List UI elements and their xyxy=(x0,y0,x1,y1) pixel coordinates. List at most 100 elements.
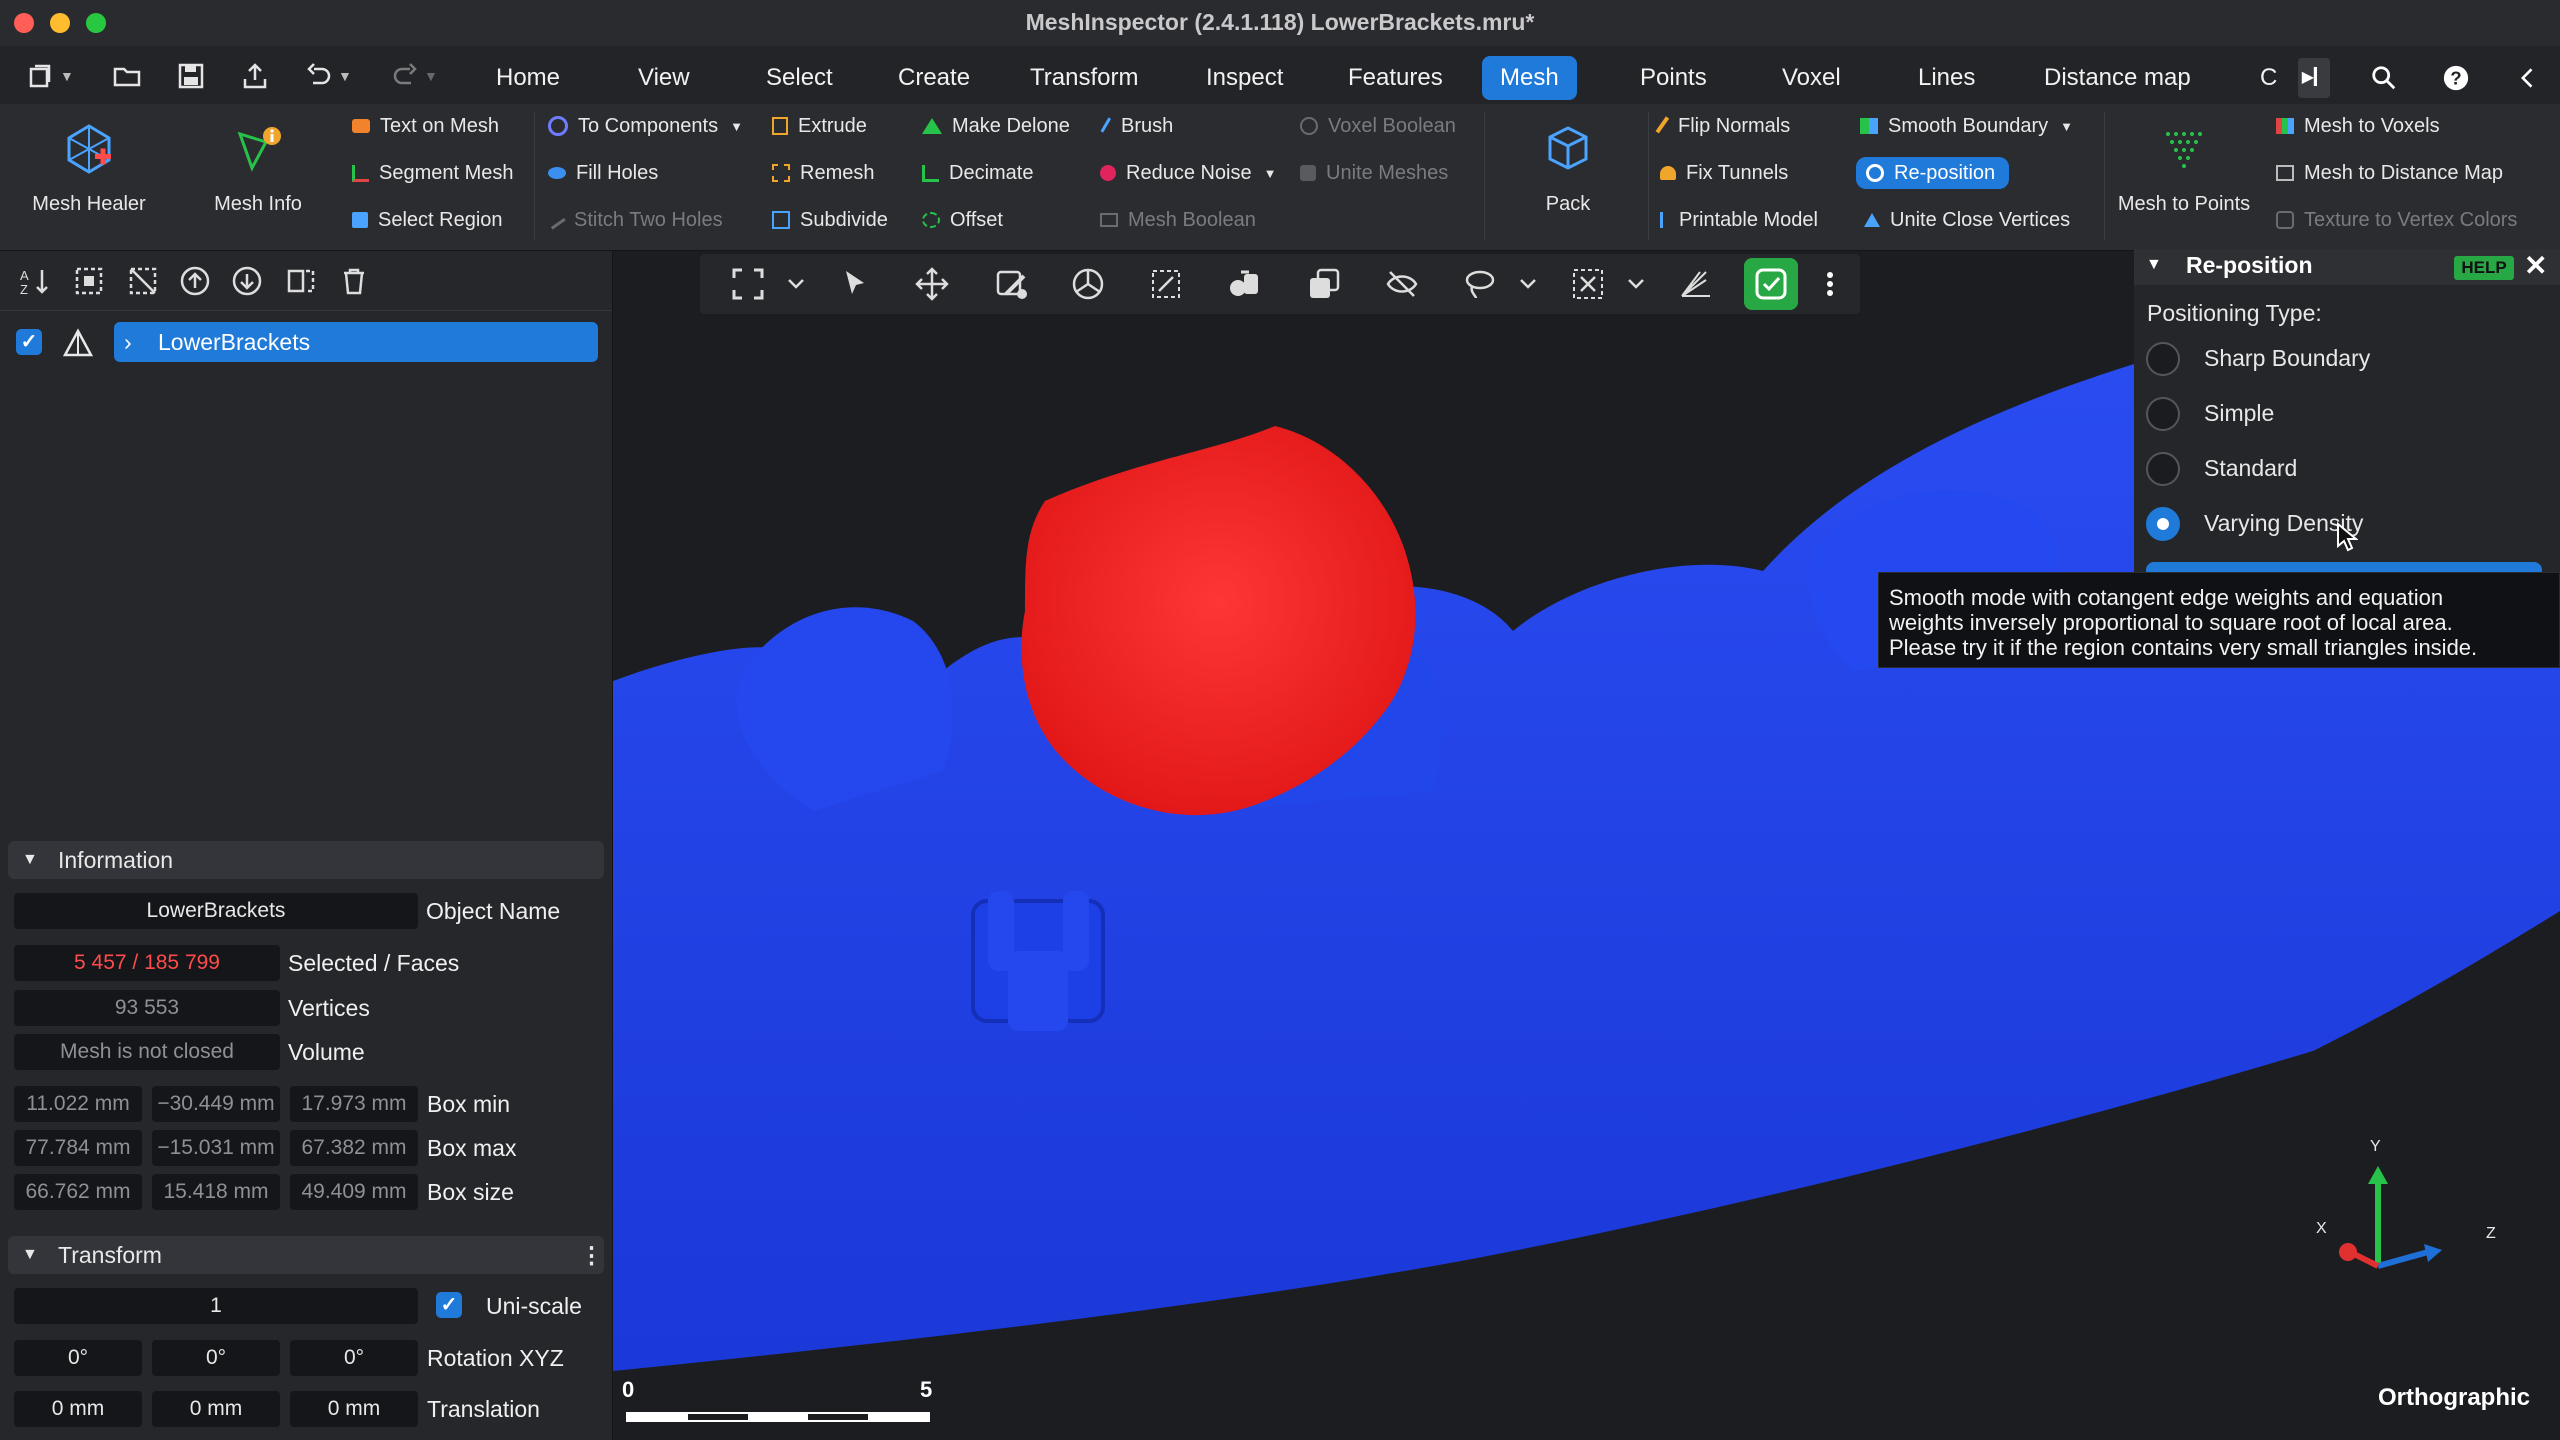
select-region-button[interactable]: Select Region xyxy=(352,205,503,235)
mesh-info-button[interactable]: Mesh Info xyxy=(183,120,333,216)
simple-label[interactable]: Simple xyxy=(2204,400,2274,427)
delete-button[interactable] xyxy=(337,264,371,298)
tab-points[interactable]: Points xyxy=(1622,56,1725,100)
translation-x-field[interactable]: 0 mm xyxy=(14,1391,142,1427)
tab-features[interactable]: Features xyxy=(1330,56,1461,100)
move-down-button[interactable] xyxy=(230,264,264,298)
collapse-panel-button[interactable] xyxy=(2508,58,2548,98)
lasso-dropdown[interactable] xyxy=(1510,266,1536,302)
tab-distance-map[interactable]: Distance map xyxy=(2026,56,2209,100)
apply-toggle-button[interactable] xyxy=(1744,258,1798,310)
save-button[interactable] xyxy=(176,60,206,92)
brush-button[interactable]: Brush xyxy=(1100,111,1173,141)
smooth-boundary-button[interactable]: Smooth Boundary ▼ xyxy=(1860,111,2073,141)
export-button[interactable] xyxy=(240,60,270,92)
rotation-z-field[interactable]: 0° xyxy=(290,1340,418,1376)
uni-scale-checkbox[interactable]: ✓ xyxy=(436,1292,462,1318)
subdivide-button[interactable]: Subdivide xyxy=(772,205,888,235)
tab-create[interactable]: Create xyxy=(880,56,988,100)
tab-inspect[interactable]: Inspect xyxy=(1188,56,1301,100)
decimate-button[interactable]: Decimate xyxy=(922,158,1033,188)
clear-selection-dropdown[interactable] xyxy=(1618,266,1644,302)
close-icon[interactable]: ✕ xyxy=(2524,249,2547,282)
reduce-noise-button[interactable]: Reduce Noise ▼ xyxy=(1100,158,1277,188)
clear-selection-button[interactable] xyxy=(1570,266,1606,302)
tab-overflow[interactable]: C xyxy=(2254,56,2283,100)
more-vertical-icon[interactable]: ⋮ xyxy=(580,1236,603,1274)
segment-mesh-button[interactable]: Segment Mesh xyxy=(352,158,514,188)
paint-tool-button[interactable] xyxy=(994,266,1030,302)
radio-varying-density[interactable] xyxy=(2146,507,2180,541)
select-all-button[interactable] xyxy=(72,264,106,298)
scale-field[interactable]: 1 xyxy=(14,1288,418,1324)
sharp-boundary-label[interactable]: Sharp Boundary xyxy=(2204,345,2370,372)
mesh-to-points-button[interactable]: Mesh to Points xyxy=(2108,120,2260,216)
information-section-header[interactable]: ▼ Information xyxy=(8,841,604,879)
flip-normals-button[interactable]: Flip Normals xyxy=(1655,111,1790,141)
fix-tunnels-button[interactable]: Fix Tunnels xyxy=(1660,158,1788,188)
tab-home[interactable]: Home xyxy=(478,56,578,100)
hide-tool-button[interactable] xyxy=(1384,266,1420,302)
printable-model-button[interactable]: Printable Model xyxy=(1660,205,1818,235)
mesh-to-voxels-button[interactable]: Mesh to Voxels xyxy=(2276,111,2440,141)
more-tabs-button[interactable]: ▶▎ xyxy=(2298,58,2330,98)
object-name-field[interactable]: LowerBrackets xyxy=(14,893,418,929)
unite-meshes-button[interactable]: Unite Meshes xyxy=(1300,158,1448,188)
tab-mesh[interactable]: Mesh xyxy=(1482,56,1577,100)
object-visibility-checkbox[interactable]: ✓ xyxy=(16,329,42,355)
rotation-y-field[interactable]: 0° xyxy=(152,1340,280,1376)
help-button[interactable]: HELP xyxy=(2454,256,2514,280)
rotation-x-field[interactable]: 0° xyxy=(14,1340,142,1376)
translation-y-field[interactable]: 0 mm xyxy=(152,1391,280,1427)
copy-tool-button[interactable] xyxy=(1306,266,1342,302)
clip-tool-button[interactable] xyxy=(1676,266,1712,302)
more-options-button[interactable] xyxy=(1812,266,1836,302)
scene-tree-item[interactable]: › LowerBrackets xyxy=(114,322,598,362)
text-on-mesh-button[interactable]: Text on Mesh xyxy=(352,111,499,141)
re-position-button[interactable]: Re-position xyxy=(1856,157,2010,189)
mesh-to-distance-map-button[interactable]: Mesh to Distance Map xyxy=(2276,158,2503,188)
radio-sharp-boundary[interactable] xyxy=(2146,342,2180,376)
radio-standard[interactable] xyxy=(2146,452,2180,486)
fill-holes-button[interactable]: Fill Holes xyxy=(548,158,658,188)
projection-mode-label[interactable]: Orthographic xyxy=(2378,1384,2530,1412)
standard-label[interactable]: Standard xyxy=(2204,455,2297,482)
lasso-tool-button[interactable] xyxy=(1462,266,1498,302)
texture-to-vertex-colors-button[interactable]: Texture to Vertex Colors xyxy=(2276,205,2517,235)
offset-button[interactable]: Offset xyxy=(922,205,1003,235)
axis-gizmo[interactable] xyxy=(2320,1148,2510,1278)
move-up-button[interactable] xyxy=(178,264,212,298)
fit-view-button[interactable] xyxy=(730,266,766,302)
chevron-down-icon[interactable]: ▼ xyxy=(2146,256,2162,274)
remesh-button[interactable]: Remesh xyxy=(772,158,874,188)
deselect-all-button[interactable] xyxy=(126,264,160,298)
fit-view-dropdown[interactable] xyxy=(778,266,804,302)
voxel-boolean-button[interactable]: Voxel Boolean xyxy=(1300,111,1456,141)
move-tool-button[interactable] xyxy=(914,266,950,302)
make-delone-button[interactable]: Make Delone xyxy=(922,111,1070,141)
select-tool-button[interactable] xyxy=(836,266,872,302)
unite-close-vertices-button[interactable]: Unite Close Vertices xyxy=(1864,205,2070,235)
undo-button[interactable]: ▼ xyxy=(304,60,352,92)
redo-button[interactable]: ▼ xyxy=(390,60,438,92)
extrude-button[interactable]: Extrude xyxy=(772,111,867,141)
translation-z-field[interactable]: 0 mm xyxy=(290,1391,418,1427)
tab-voxel[interactable]: Voxel xyxy=(1764,56,1859,100)
pack-button[interactable]: Pack xyxy=(1494,120,1642,216)
rotate-tool-button[interactable] xyxy=(1070,266,1106,302)
help-button[interactable]: ? xyxy=(2436,58,2476,98)
ungroup-button[interactable] xyxy=(284,264,318,298)
new-scene-menu[interactable]: ▼ xyxy=(26,60,74,92)
sort-button[interactable]: AZ xyxy=(18,264,52,298)
tab-transform[interactable]: Transform xyxy=(1012,56,1156,100)
tab-lines[interactable]: Lines xyxy=(1900,56,1993,100)
radio-simple[interactable] xyxy=(2146,397,2180,431)
tab-select[interactable]: Select xyxy=(748,56,851,100)
mesh-healer-button[interactable]: Mesh Healer xyxy=(14,120,164,216)
mesh-boolean-button[interactable]: Mesh Boolean xyxy=(1100,205,1256,235)
bounding-box-tool-button[interactable] xyxy=(1148,266,1184,302)
transform-section-header[interactable]: ▼ Transform ⋮ xyxy=(8,1236,604,1274)
open-button[interactable] xyxy=(112,60,142,92)
stitch-two-holes-button[interactable]: Stitch Two Holes xyxy=(546,205,723,235)
search-button[interactable] xyxy=(2364,58,2404,98)
